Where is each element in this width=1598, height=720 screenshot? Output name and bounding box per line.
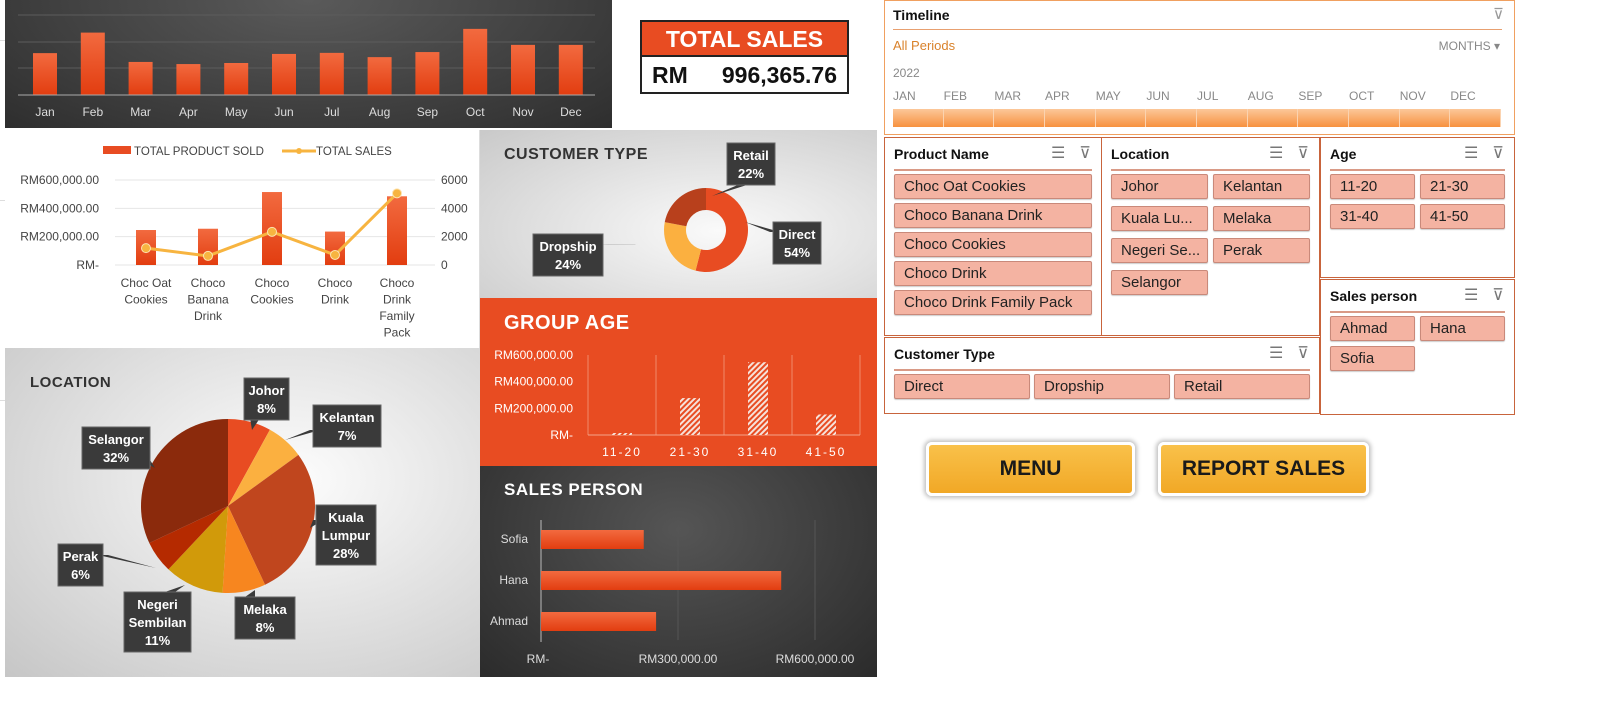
timeline-month-cell[interactable]: [1248, 109, 1299, 127]
slicer-item[interactable]: Kuala Lu...: [1111, 206, 1208, 231]
location-chart: LOCATION: [5, 348, 480, 677]
slicer-title: Location: [1111, 146, 1170, 162]
clear-filter-icon[interactable]: ⊽: [1492, 285, 1504, 305]
timeline-month-cell[interactable]: [1045, 109, 1096, 127]
slicer-item[interactable]: 11-20: [1330, 174, 1415, 199]
total-sales-currency: RM: [652, 62, 688, 88]
timeline-month-cell[interactable]: [944, 109, 995, 127]
multi-select-icon[interactable]: ☰: [1269, 343, 1283, 363]
slicer-item[interactable]: Hana: [1420, 316, 1505, 341]
slicer-item[interactable]: 21-30: [1420, 174, 1505, 199]
timeline-month-label[interactable]: MAR: [994, 89, 1045, 103]
chevron-down-icon: ▾: [1493, 39, 1500, 53]
slicer-item[interactable]: Johor: [1111, 174, 1208, 199]
timeline-month-cell[interactable]: [1349, 109, 1400, 127]
total-sales-card: TOTAL SALES RM 996,365.76: [640, 20, 849, 94]
slicer-item[interactable]: Retail: [1174, 374, 1310, 399]
total-sales-value: 996,365.76: [721, 62, 837, 88]
total-sales-title: TOTAL SALES: [642, 22, 847, 57]
timeline-month-cell[interactable]: [1298, 109, 1350, 127]
slicer-item[interactable]: Direct: [894, 374, 1030, 399]
slicer-item[interactable]: Choco Banana Drink: [894, 203, 1092, 228]
timeline-month-cell[interactable]: [1197, 109, 1248, 127]
timeline-slicer[interactable]: Timeline ⊽ All Periods MONTHS ▾ 2022 JAN…: [884, 0, 1515, 135]
timeline-month-label[interactable]: DEC: [1450, 89, 1501, 103]
customer-type-title: CUSTOMER TYPE: [504, 146, 648, 163]
slicer-title: Product Name: [894, 146, 989, 162]
slicer-item[interactable]: Melaka: [1213, 206, 1310, 231]
timeline-month-cell[interactable]: [1096, 109, 1147, 127]
customer-type-chart: CUSTOMER TYPE: [480, 130, 877, 298]
timeline-month-cell[interactable]: [1146, 109, 1198, 127]
multi-select-icon[interactable]: ☰: [1051, 143, 1065, 163]
slicer-item[interactable]: Ahmad: [1330, 316, 1415, 341]
product-sales-chart: [5, 130, 480, 348]
clear-filter-icon[interactable]: ⊽: [1297, 343, 1309, 363]
clear-filter-icon[interactable]: ⊽: [1492, 143, 1504, 163]
slicer-item[interactable]: Sofia: [1330, 346, 1415, 371]
product-name-slicer: Product Name ☰ ⊽ Choc Oat Cookies Choco Ba…: [884, 137, 1102, 336]
location-title: LOCATION: [30, 374, 112, 391]
timeline-month-label[interactable]: JUN: [1146, 89, 1197, 103]
timeline-year: 2022: [893, 66, 920, 80]
timeline-month-cell[interactable]: [893, 109, 944, 127]
slicer-item[interactable]: Negeri Se...: [1111, 238, 1208, 263]
timeline-month-label[interactable]: OCT: [1349, 89, 1400, 103]
slicer-title: Age: [1330, 146, 1357, 162]
slicer-item[interactable]: Dropship: [1034, 374, 1170, 399]
timeline-range-bar[interactable]: [893, 109, 1502, 127]
timeline-month-cell[interactable]: [1450, 109, 1502, 127]
slicer-item[interactable]: Choco Drink Family Pack: [894, 290, 1092, 315]
sales-person-title: SALES PERSON: [504, 480, 644, 499]
age-slicer: Age ☰ ⊽ 11-20 21-30 31-40 41-50: [1320, 137, 1515, 278]
customer-type-slicer: Customer Type ☰ ⊽ Direct Dropship Retail: [884, 337, 1320, 414]
multi-select-icon[interactable]: ☰: [1464, 143, 1478, 163]
monthly-sales-chart: [5, 0, 612, 128]
timeline-month-cell[interactable]: [1400, 109, 1451, 127]
location-slicer: Location ☰ ⊽ Johor Kelantan Kuala Lu... Mela…: [1101, 137, 1320, 336]
group-age-title: GROUP AGE: [504, 312, 630, 334]
slicer-item[interactable]: 31-40: [1330, 204, 1415, 229]
timeline-month-label[interactable]: AUG: [1248, 89, 1299, 103]
timeline-month-label[interactable]: SEP: [1298, 89, 1349, 103]
timeline-month-label[interactable]: NOV: [1400, 89, 1451, 103]
clear-filter-icon[interactable]: ⊽: [1493, 5, 1504, 23]
menu-button[interactable]: MENU: [926, 442, 1135, 496]
slicer-item[interactable]: Choc Oat Cookies: [894, 174, 1092, 199]
timeline-level-dropdown[interactable]: MONTHS ▾: [1439, 39, 1500, 53]
clear-filter-icon[interactable]: ⊽: [1297, 143, 1309, 163]
slicer-item[interactable]: Selangor: [1111, 270, 1208, 295]
slicer-title: Sales person: [1330, 288, 1418, 304]
slicer-item[interactable]: Perak: [1213, 238, 1310, 263]
slicer-title: Customer Type: [894, 346, 995, 362]
timeline-month-label[interactable]: APR: [1045, 89, 1096, 103]
slicer-item[interactable]: Choco Cookies: [894, 232, 1092, 257]
timeline-title: Timeline: [893, 7, 950, 23]
timeline-month-label[interactable]: JAN: [893, 89, 944, 103]
timeline-month-cell[interactable]: [994, 109, 1046, 127]
slicer-item[interactable]: Choco Drink: [894, 261, 1092, 286]
report-sales-button[interactable]: REPORT SALES: [1158, 442, 1369, 496]
slicer-item[interactable]: Kelantan: [1213, 174, 1310, 199]
sales-person-chart: SALES PERSON: [480, 466, 877, 677]
timeline-month-label[interactable]: FEB: [944, 89, 995, 103]
timeline-month-label[interactable]: JUL: [1197, 89, 1248, 103]
multi-select-icon[interactable]: ☰: [1464, 285, 1478, 305]
group-age-chart: GROUP AGE: [480, 298, 877, 466]
timeline-period: All Periods: [893, 38, 956, 53]
multi-select-icon[interactable]: ☰: [1269, 143, 1283, 163]
timeline-month-label[interactable]: MAY: [1096, 89, 1147, 103]
slicer-item[interactable]: 41-50: [1420, 204, 1505, 229]
timeline-level: MONTHS: [1438, 39, 1491, 53]
sales-person-slicer: Sales person ☰ ⊽ Ahmad Hana Sofia: [1320, 279, 1515, 415]
clear-filter-icon[interactable]: ⊽: [1079, 143, 1091, 163]
